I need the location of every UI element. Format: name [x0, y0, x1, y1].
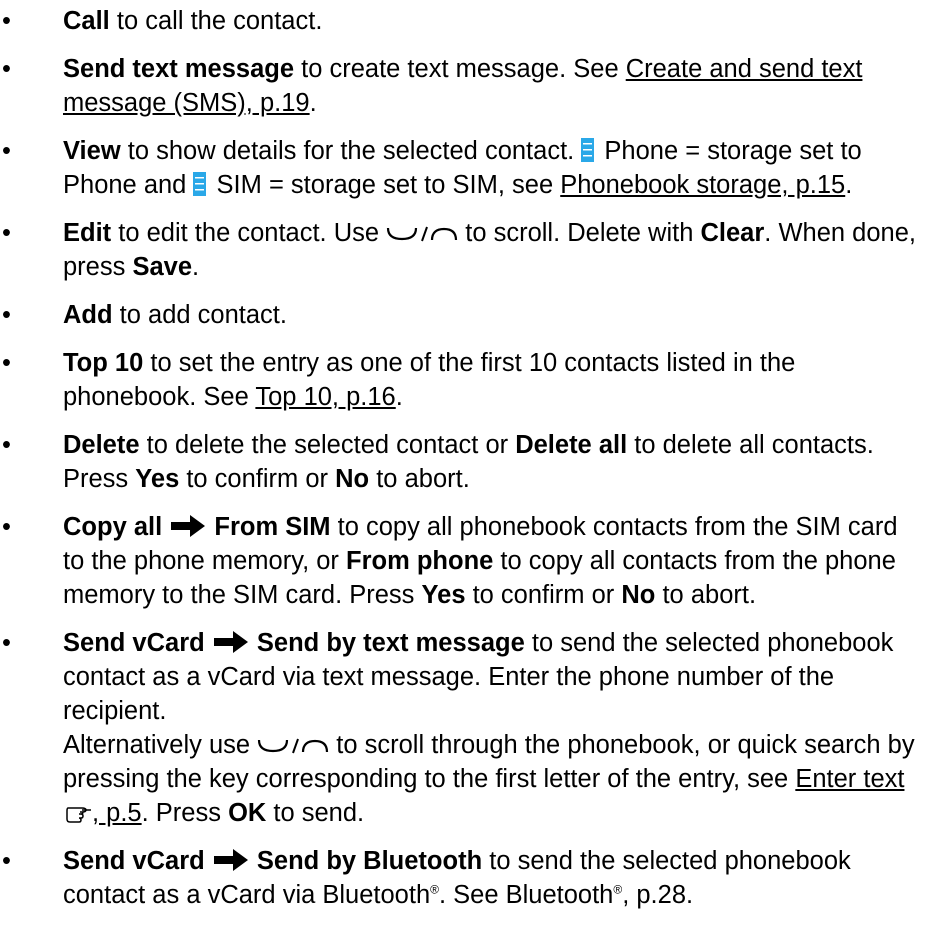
item-text: to delete the selected contact or: [139, 431, 516, 459]
term-yes: Yes: [135, 465, 180, 493]
term-save: Save: [132, 253, 193, 281]
item-text: .: [192, 253, 200, 281]
list-item-send-vcard-bluetooth: • Send vCard Send by Bluetooth to send t…: [0, 844, 919, 912]
scroll-up-down-icon: [257, 737, 329, 755]
item-text: to confirm or: [179, 465, 336, 493]
term-add: Add: [63, 301, 113, 329]
item-text: to abort.: [655, 581, 757, 609]
term-view: View: [63, 137, 121, 165]
bullet: •: [2, 137, 11, 165]
bullet: •: [2, 7, 11, 35]
link-enter-text-label: Enter text: [795, 765, 905, 793]
item-text: to abort.: [369, 465, 470, 493]
right-arrow-icon: [213, 849, 248, 871]
registered-mark: ®: [430, 882, 439, 897]
term-from-phone: From phone: [346, 547, 494, 575]
bullet: •: [2, 301, 11, 329]
link-phonebook-storage[interactable]: Phonebook storage, p.15: [560, 171, 845, 199]
item-text: to set the entry as one of the first 10 …: [63, 349, 796, 411]
item-text: SIM = storage set to SIM, see: [209, 171, 561, 199]
term-yes: Yes: [421, 581, 466, 609]
list-item-edit: • Edit to edit the contact. Use to scrol…: [0, 216, 919, 284]
term-no: No: [335, 465, 370, 493]
link-top-10[interactable]: Top 10, p.16: [255, 383, 395, 411]
list-item-call: • Call to call the contact.: [0, 4, 919, 38]
bullet: •: [2, 629, 11, 657]
phonebook-options-list: • Call to call the contact. • Send text …: [0, 4, 919, 912]
link-enter-text-page: , p.5: [92, 799, 142, 827]
list-item-view: • View to show details for the selected …: [0, 134, 919, 202]
item-text: .: [309, 89, 317, 117]
pointing-hand-icon: [66, 802, 92, 824]
item-text: to send.: [266, 799, 365, 827]
term-ok: OK: [228, 799, 267, 827]
registered-mark: ®: [613, 882, 623, 897]
term-no: No: [621, 581, 656, 609]
term-send-vcard: Send vCard: [63, 847, 205, 875]
list-item-top-10: • Top 10 to set the entry as one of the …: [0, 346, 919, 414]
term-send-by-bluetooth: Send by Bluetooth: [256, 847, 483, 875]
term-send-vcard: Send vCard: [63, 629, 205, 657]
right-arrow-icon: [213, 631, 248, 653]
item-text: . Press: [141, 799, 229, 827]
item-text: to edit the contact. Use: [111, 219, 387, 247]
sim-storage-icon: [193, 172, 207, 196]
term-from-sim: From SIM: [214, 513, 331, 541]
item-text: .: [845, 171, 853, 199]
list-item-delete: • Delete to delete the selected contact …: [0, 428, 919, 496]
list-item-copy-all: • Copy all From SIM to copy all phoneboo…: [0, 510, 919, 612]
item-text: , p.28.: [622, 881, 694, 909]
term-edit: Edit: [63, 219, 112, 247]
item-text: to call the contact.: [109, 7, 323, 35]
item-text: to show details for the selected contact…: [120, 137, 582, 165]
item-text: .: [395, 383, 403, 411]
term-clear: Clear: [700, 219, 765, 247]
term-copy-all: Copy all: [63, 513, 163, 541]
bullet: •: [2, 847, 11, 875]
term-top-10: Top 10: [63, 349, 144, 377]
term-send-by-text-message: Send by text message: [256, 629, 525, 657]
bullet: •: [2, 55, 11, 83]
term-delete: Delete: [63, 431, 140, 459]
term-send-text-message: Send text message: [63, 55, 295, 83]
item-text: to add contact.: [112, 301, 287, 329]
bullet: •: [2, 219, 11, 247]
list-item-send-vcard-text: • Send vCard Send by text message to sen…: [0, 626, 919, 830]
bullet: •: [2, 513, 11, 541]
right-arrow-icon: [171, 515, 206, 537]
term-call: Call: [63, 7, 110, 35]
scroll-up-down-icon: [386, 225, 458, 243]
term-delete-all: Delete all: [515, 431, 628, 459]
item-text: . See Bluetooth: [438, 881, 614, 909]
bullet: •: [2, 431, 11, 459]
item-text: to confirm or: [465, 581, 622, 609]
phone-storage-icon: [581, 138, 595, 162]
manual-page: • Call to call the contact. • Send text …: [0, 0, 927, 912]
bullet: •: [2, 349, 11, 377]
list-item-add: • Add to add contact.: [0, 298, 919, 332]
item-text: Alternatively use: [63, 731, 258, 759]
item-text: to create text message. See: [294, 55, 626, 83]
list-item-send-text-message: • Send text message to create text messa…: [0, 52, 919, 120]
item-text: to scroll. Delete with: [458, 219, 701, 247]
